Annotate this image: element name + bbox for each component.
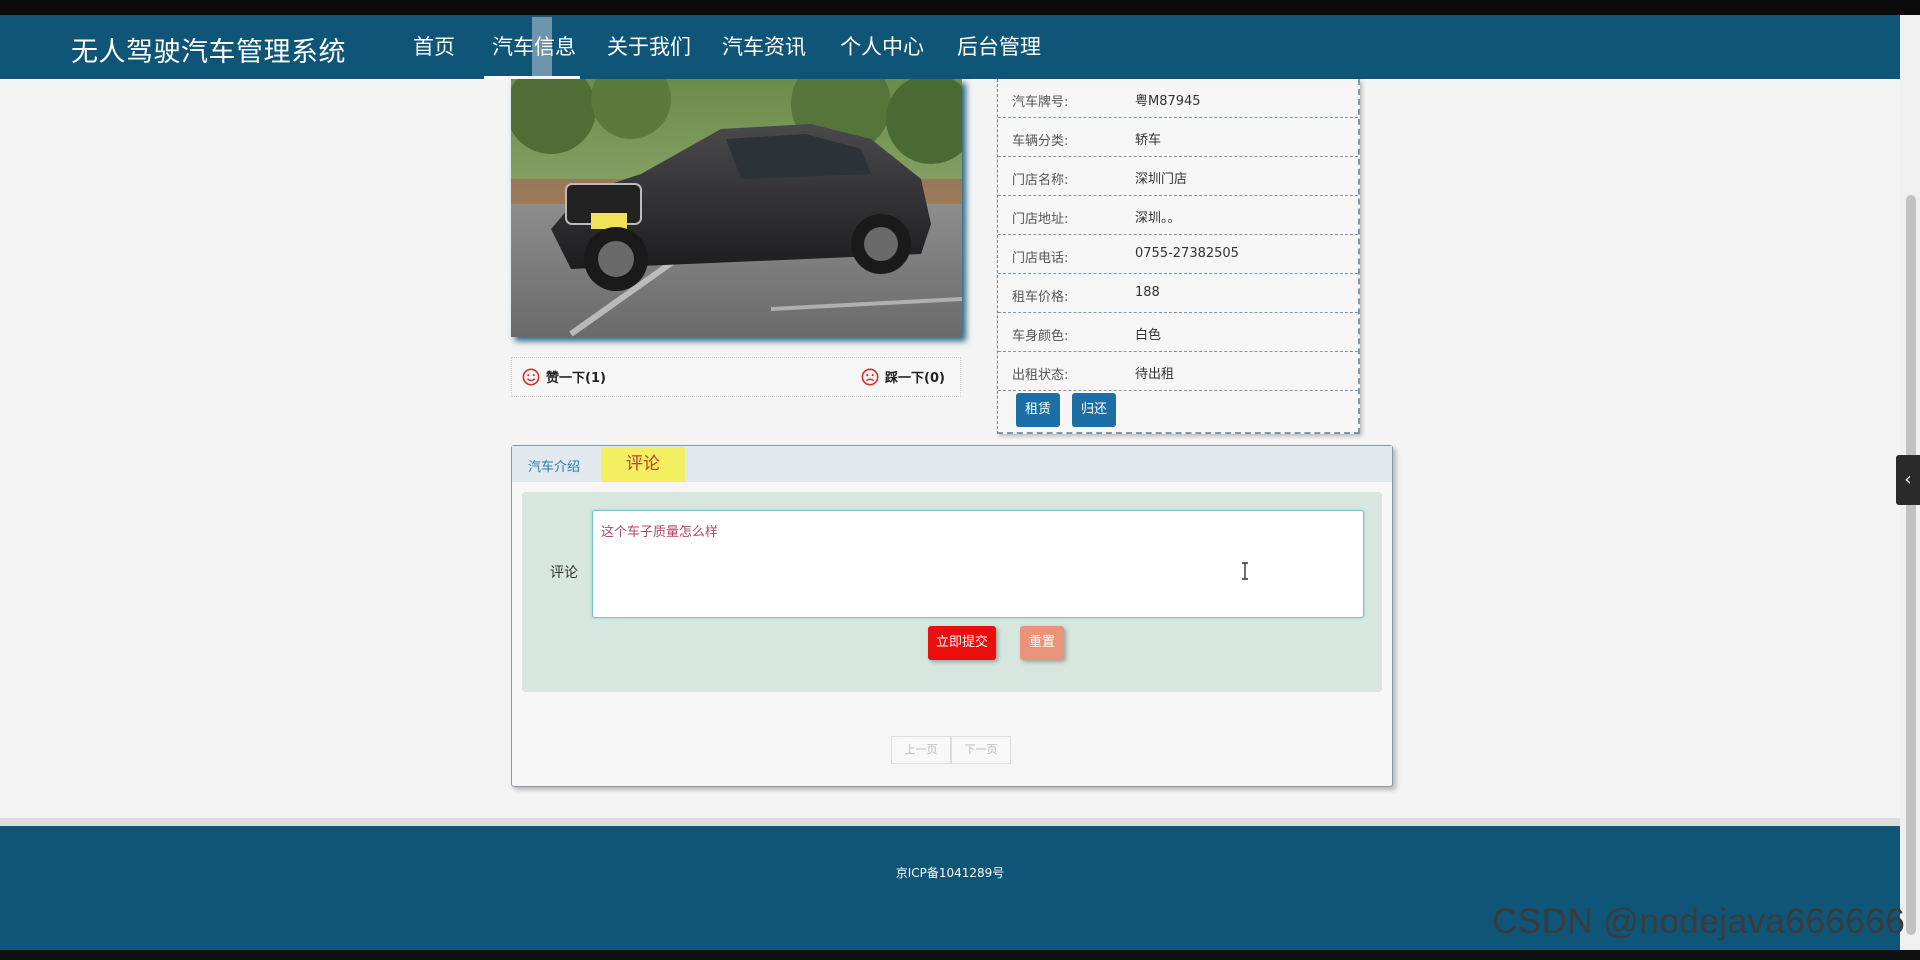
info-label: 出租状态: xyxy=(1012,368,1069,383)
info-label: 汽车牌号: xyxy=(1012,95,1069,110)
car-photo-illustration xyxy=(511,79,962,337)
info-row-store-name: 门店名称: 深圳门店 xyxy=(998,157,1358,196)
comment-form: 评论 这个车子质量怎么样 xyxy=(522,492,1382,692)
info-row-color: 车身颜色: 白色 xyxy=(998,313,1358,352)
browser-bottom-strip xyxy=(0,950,1920,960)
info-value: 深圳。。 xyxy=(1135,211,1181,226)
info-value: 深圳门店 xyxy=(1135,172,1188,187)
next-page-button[interactable]: 下一页 xyxy=(951,736,1011,764)
nav-item-news[interactable]: 汽车资讯 xyxy=(722,34,806,60)
info-label: 租车价格: xyxy=(1012,290,1069,305)
like-button[interactable]: 赞一下(1) xyxy=(522,367,606,386)
info-value: 0755-27382505 xyxy=(1135,246,1239,261)
info-label: 门店名称: xyxy=(1012,173,1069,188)
submit-button[interactable]: 立即提交 xyxy=(928,626,996,660)
nav-item-about[interactable]: 关于我们 xyxy=(607,34,691,60)
tab-car-intro[interactable]: 汽车介绍 xyxy=(528,456,580,475)
info-row-plate: 汽车牌号: 粤M87945 xyxy=(998,79,1358,118)
tab-header: 汽车介绍 评论 xyxy=(512,446,1392,482)
info-value: 待出租 xyxy=(1135,367,1175,382)
info-value: 白色 xyxy=(1135,328,1162,343)
rent-button[interactable]: 租赁 xyxy=(1016,393,1060,427)
info-value: 轿车 xyxy=(1135,133,1162,148)
info-value: 粤M87945 xyxy=(1135,94,1201,109)
nav-item-home[interactable]: 首页 xyxy=(413,34,455,60)
pagination: 上一页 下一页 xyxy=(891,736,1011,764)
info-label: 车辆分类: xyxy=(1012,134,1069,149)
chevron-left-icon[interactable]: ‹ xyxy=(1896,455,1920,505)
dislike-label: 踩一下(0) xyxy=(885,371,945,386)
info-row-store-address: 门店地址: 深圳。。 xyxy=(998,196,1358,235)
info-row-price: 租车价格: 188 xyxy=(998,274,1358,313)
nav-item-car-info[interactable]: 汽车信息 xyxy=(492,34,576,60)
icp-text: 京ICP备1041289号 xyxy=(895,866,1005,880)
car-photo xyxy=(511,79,962,337)
info-label: 门店地址: xyxy=(1012,212,1069,227)
footer-separator xyxy=(0,818,1900,826)
smile-icon xyxy=(522,368,540,385)
scrollbar-thumb[interactable] xyxy=(1906,195,1916,935)
comment-label: 评论 xyxy=(550,565,578,581)
prev-page-button[interactable]: 上一页 xyxy=(891,736,951,764)
tab-comment[interactable]: 评论 xyxy=(601,447,685,482)
dislike-button[interactable]: 踩一下(0) xyxy=(861,367,945,386)
info-row-store-phone: 门店电话: 0755-27382505 xyxy=(998,235,1358,274)
text-cursor-icon xyxy=(1242,562,1248,580)
browser-top-strip xyxy=(0,0,1920,15)
frown-icon xyxy=(861,368,879,385)
csdn-watermark: CSDN @nodejava666666 xyxy=(1492,902,1906,941)
return-button[interactable]: 归还 xyxy=(1072,393,1116,427)
info-label: 门店电话: xyxy=(1012,251,1069,266)
site-brand[interactable]: 无人驾驶汽车管理系统 xyxy=(71,30,346,69)
nav-item-profile[interactable]: 个人中心 xyxy=(840,34,924,60)
reset-button[interactable]: 重置 xyxy=(1020,626,1064,660)
info-row-status: 出租状态: 待出租 xyxy=(998,352,1358,391)
nav-item-admin[interactable]: 后台管理 xyxy=(957,34,1041,60)
like-label: 赞一下(1) xyxy=(546,371,606,386)
vote-bar: 赞一下(1) 踩一下(0) xyxy=(511,357,961,397)
top-navbar: 无人驾驶汽车管理系统 首页 汽车信息 关于我们 汽车资讯 个人中心 后台管理 xyxy=(0,15,1900,79)
info-row-category: 车辆分类: 轿车 xyxy=(998,118,1358,157)
info-label: 车身颜色: xyxy=(1012,329,1069,344)
info-value: 188 xyxy=(1135,285,1160,300)
car-info-panel: 汽车牌号: 粤M87945 车辆分类: 轿车 门店名称: 深圳门店 门店地址: … xyxy=(997,79,1360,434)
